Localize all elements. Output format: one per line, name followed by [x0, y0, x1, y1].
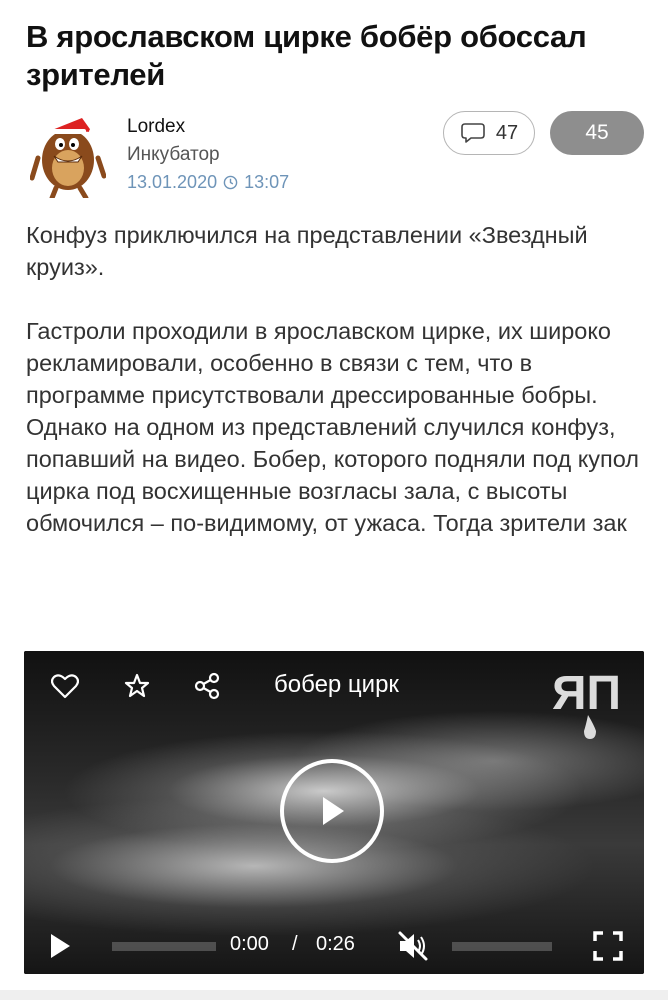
separator	[0, 990, 668, 1000]
comments-count: 47	[495, 121, 519, 144]
star-icon[interactable]	[120, 669, 154, 703]
video-player[interactable]: бобер цирк ЯП 0:00 / 0:26	[24, 651, 644, 974]
author-avatar[interactable]	[30, 108, 106, 198]
play-button[interactable]	[280, 759, 384, 863]
volume-bar[interactable]	[452, 942, 552, 951]
comment-icon	[461, 123, 485, 143]
video-title: бобер цирк	[274, 671, 399, 698]
mute-icon[interactable]	[396, 930, 430, 962]
channel-logo: ЯП	[552, 667, 621, 739]
post-date: 13.01.2020	[127, 172, 218, 192]
video-controls: 0:00 / 0:26	[24, 918, 644, 974]
community-link[interactable]: Инкубатор	[127, 144, 220, 166]
time-separator: /	[292, 933, 298, 955]
fullscreen-icon[interactable]	[593, 931, 623, 961]
story-paragraph: Гастроли проходили в ярославском цирке, …	[26, 318, 640, 536]
story-body: Конфуз приключился на представлении «Зве…	[26, 219, 646, 539]
progress-bar[interactable]	[112, 942, 216, 951]
svg-text:ЯП: ЯП	[552, 667, 621, 720]
rating-badge[interactable]: 45	[550, 111, 644, 155]
post-title[interactable]: В ярославском цирке бобёр обоссал зрител…	[26, 18, 626, 94]
current-time: 0:00	[230, 933, 269, 955]
heart-icon[interactable]	[48, 669, 82, 703]
comments-button[interactable]: 47	[443, 111, 535, 155]
play-control-icon[interactable]	[48, 932, 72, 960]
story-paragraph: Конфуз приключился на представлении «Зве…	[26, 222, 588, 280]
clock-icon	[223, 175, 238, 190]
share-icon[interactable]	[190, 669, 224, 703]
post-datetime: 13.01.2020 13:07	[127, 172, 289, 193]
author-name[interactable]: Lordex	[127, 116, 185, 138]
play-icon	[323, 797, 344, 825]
duration: 0:26	[316, 933, 355, 955]
post-time: 13:07	[244, 172, 290, 192]
